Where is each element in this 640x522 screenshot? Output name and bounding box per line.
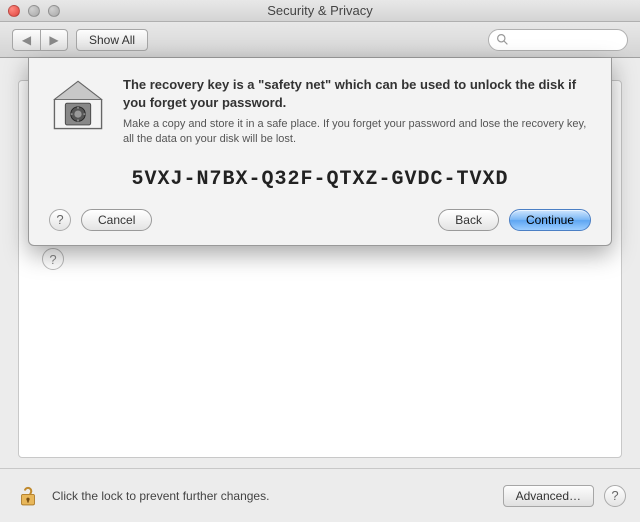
chevron-left-icon: ◀ [22, 33, 31, 47]
sheet-subtext: Make a copy and store it in a safe place… [123, 117, 591, 148]
back-sheet-button[interactable]: Back [438, 209, 499, 231]
show-all-button[interactable]: Show All [76, 29, 148, 51]
cancel-button[interactable]: Cancel [81, 209, 152, 231]
window-titlebar: Security & Privacy [0, 0, 640, 22]
zoom-icon[interactable] [48, 5, 60, 17]
bottom-help-button[interactable]: ? [604, 485, 626, 507]
back-button[interactable]: ◀ [12, 29, 40, 51]
recovery-key-sheet: The recovery key is a "safety net" which… [28, 58, 612, 246]
workspace: ? The recovery [0, 58, 640, 468]
bottom-bar: Click the lock to prevent further change… [0, 468, 640, 522]
minimize-icon[interactable] [28, 5, 40, 17]
close-icon[interactable] [8, 5, 20, 17]
continue-button[interactable]: Continue [509, 209, 591, 231]
forward-button[interactable]: ▶ [40, 29, 68, 51]
search-icon [496, 33, 509, 49]
sheet-help-button[interactable]: ? [49, 209, 71, 231]
filevault-icon [49, 76, 107, 134]
nav-group: ◀ ▶ [12, 29, 68, 51]
sheet-heading: The recovery key is a "safety net" which… [123, 76, 591, 111]
search-wrap [488, 29, 628, 51]
lock-label: Click the lock to prevent further change… [52, 489, 269, 503]
traffic-lights [8, 5, 60, 17]
toolbar: ◀ ▶ Show All [0, 22, 640, 58]
lock-icon[interactable] [14, 482, 42, 510]
window-title: Security & Privacy [0, 3, 640, 18]
chevron-right-icon: ▶ [49, 33, 58, 47]
background-help-icon: ? [42, 248, 64, 270]
recovery-key-value: 5VXJ-N7BX-Q32F-QTXZ-GVDC-TVXD [49, 168, 591, 191]
advanced-button[interactable]: Advanced… [503, 485, 594, 507]
search-input[interactable] [488, 29, 628, 51]
